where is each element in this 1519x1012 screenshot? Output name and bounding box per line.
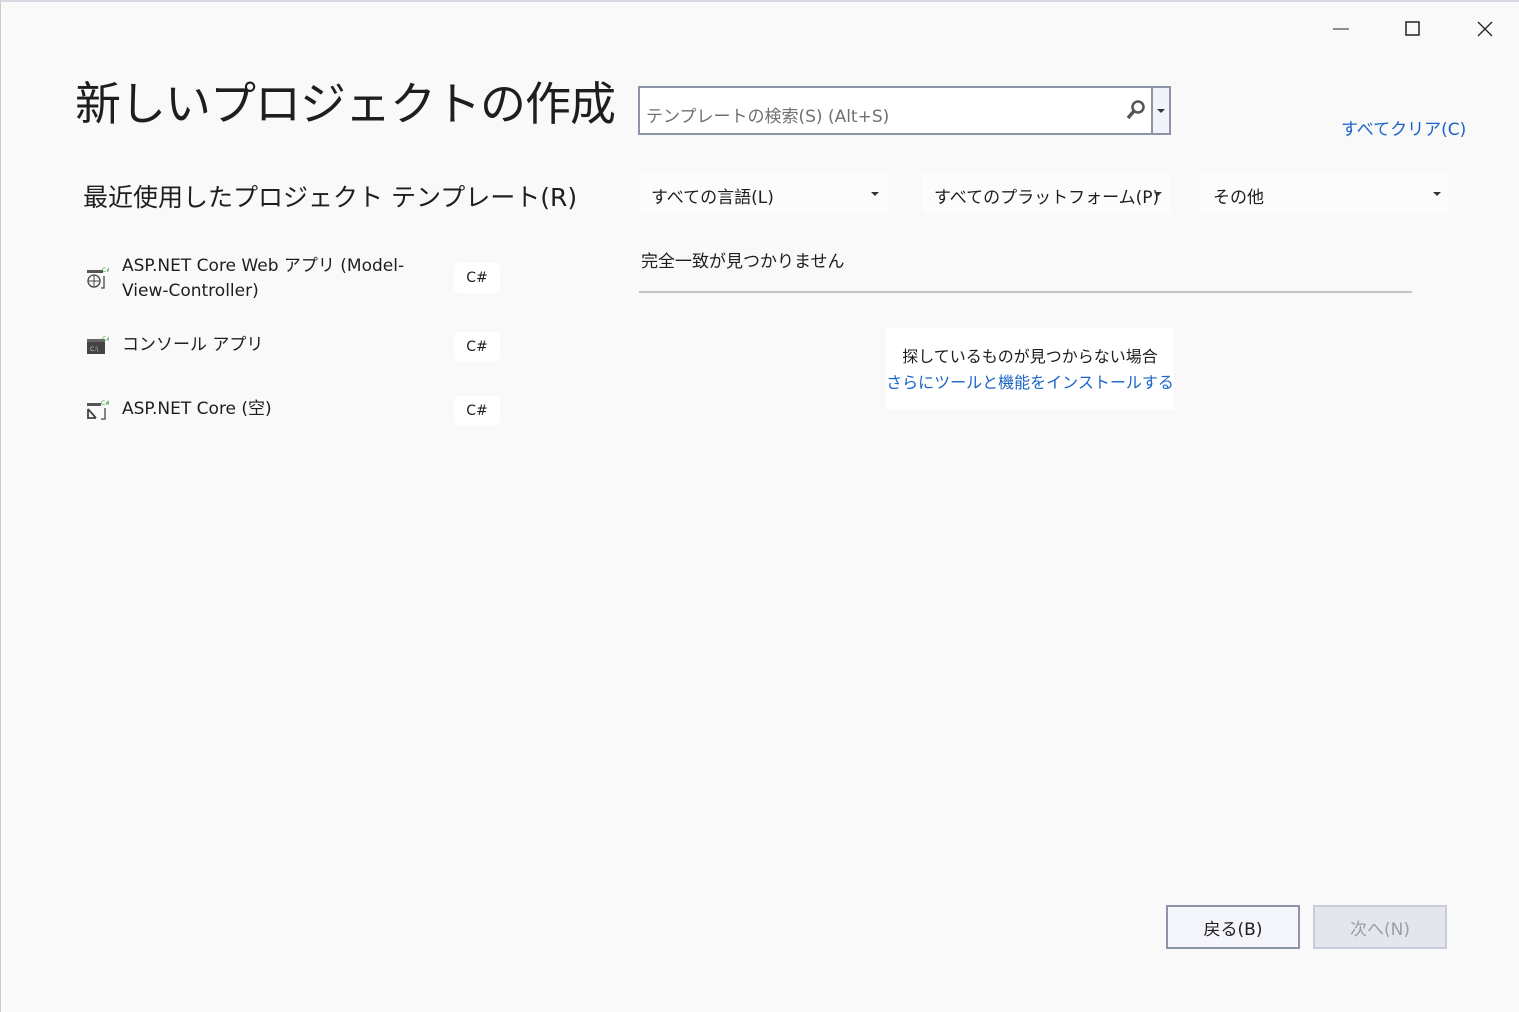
template-label: ASP.NET Core Web アプリ (Model-View-Control… <box>122 256 405 301</box>
search-icon[interactable] <box>1125 99 1147 121</box>
template-label: コンソール アプリ <box>122 335 264 355</box>
recent-template-item[interactable]: C# ASP.NET Core (空) C# <box>85 394 505 428</box>
template-label: ASP.NET Core (空) <box>122 399 272 419</box>
search-input[interactable]: テンプレートの検索(S) (Alt+S) <box>646 102 889 127</box>
minimize-button[interactable] <box>1321 14 1361 44</box>
install-hint-box: 探しているものが見つからない場合 さらにツールと機能をインストールする <box>886 328 1174 410</box>
clear-all-link[interactable]: すべてクリア(C) <box>1341 115 1466 140</box>
language-filter-dropdown[interactable]: すべての言語(L) <box>639 174 887 214</box>
install-tools-link[interactable]: さらにツールと機能をインストールする <box>886 370 1174 396</box>
web-app-icon: C# <box>87 267 109 289</box>
chevron-down-icon <box>871 192 879 196</box>
no-match-message: 完全一致が見つかりません <box>641 252 845 272</box>
language-tag: C# <box>454 263 500 293</box>
recent-template-item[interactable]: C#C:\ コンソール アプリ C# <box>85 330 505 364</box>
platform-filter-value: すべてのプラットフォーム(P) <box>934 188 1160 208</box>
maximize-icon <box>1405 21 1420 36</box>
svg-text:C#: C# <box>102 336 109 343</box>
platform-filter-dropdown[interactable]: すべてのプラットフォーム(P) <box>922 174 1170 214</box>
project-type-filter-dropdown[interactable]: その他 <box>1201 174 1449 214</box>
template-search-box[interactable]: テンプレートの検索(S) (Alt+S) <box>638 86 1171 135</box>
console-app-icon: C#C:\ <box>87 336 109 354</box>
search-history-dropdown[interactable] <box>1151 88 1169 133</box>
page-title: 新しいプロジェクトの作成 <box>75 77 616 131</box>
divider <box>639 291 1412 293</box>
recent-templates-heading: 最近使用したプロジェクト テンプレート(R) <box>83 183 578 212</box>
next-button[interactable]: 次へ(N) <box>1313 905 1447 949</box>
hint-text: 探しているものが見つからない場合 <box>902 347 1158 366</box>
empty-web-icon: C# <box>87 400 109 420</box>
project-type-filter-value: その他 <box>1213 188 1264 208</box>
maximize-button[interactable] <box>1393 14 1433 44</box>
language-tag: C# <box>454 396 500 426</box>
back-button[interactable]: 戻る(B) <box>1166 905 1300 949</box>
chevron-down-icon <box>1433 192 1441 196</box>
minimize-icon <box>1333 28 1349 30</box>
svg-text:C:\: C:\ <box>90 346 99 353</box>
language-filter-value: すべての言語(L) <box>651 188 774 208</box>
recent-template-item[interactable]: C# ASP.NET Core Web アプリ (Model-View-Cont… <box>85 254 505 306</box>
chevron-down-icon <box>1157 109 1165 113</box>
close-icon <box>1477 21 1493 37</box>
svg-text:C#: C# <box>102 267 109 274</box>
close-button[interactable] <box>1465 14 1505 44</box>
chevron-down-icon <box>1154 192 1162 196</box>
language-tag: C# <box>454 332 500 362</box>
svg-text:C#: C# <box>101 400 109 407</box>
